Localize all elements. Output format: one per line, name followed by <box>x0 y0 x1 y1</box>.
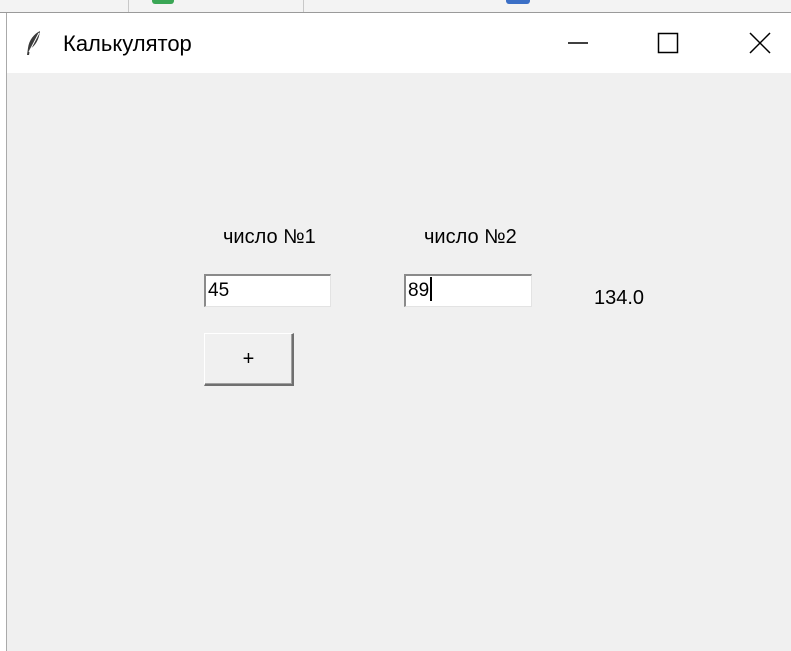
number2-label: число №2 <box>424 226 517 248</box>
number1-input-value: 45 <box>208 280 230 301</box>
minimize-button[interactable] <box>546 13 610 73</box>
close-button[interactable] <box>728 13 791 73</box>
number2-input-value: 89 <box>408 280 430 301</box>
background-segment <box>0 0 129 12</box>
close-icon <box>749 32 771 54</box>
title-bar: Калькулятор <box>7 13 791 73</box>
feather-icon <box>25 30 43 56</box>
background-blip <box>506 0 530 4</box>
maximize-icon <box>657 32 679 54</box>
background-taskbar-strip <box>0 0 791 13</box>
window-title: Калькулятор <box>63 31 192 56</box>
number1-label: число №1 <box>223 226 316 248</box>
background-blip <box>152 0 174 4</box>
text-caret <box>430 277 433 302</box>
number2-input[interactable]: 89 <box>404 274 532 307</box>
add-button-label: + <box>242 347 255 370</box>
result-label: 134.0 <box>594 287 645 309</box>
minimize-icon <box>567 32 589 54</box>
add-button[interactable]: + <box>204 333 294 386</box>
calculator-window: Калькулятор число №1 число №2 45 89 134.… <box>6 13 791 651</box>
maximize-button[interactable] <box>636 13 700 73</box>
number1-input[interactable]: 45 <box>204 274 331 307</box>
